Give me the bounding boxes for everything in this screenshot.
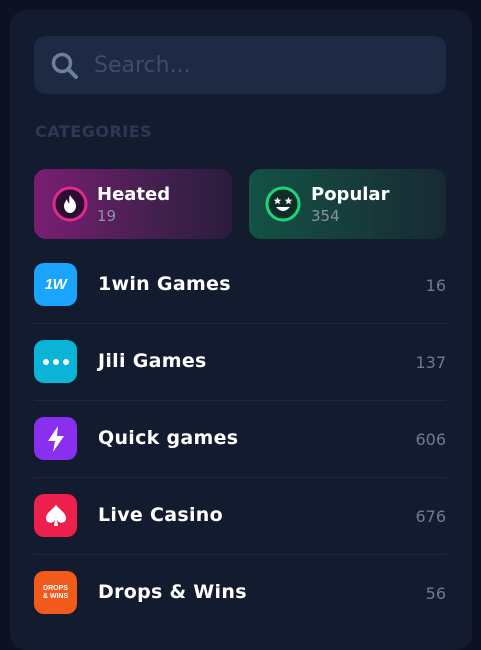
1win-logo-icon: 1W — [34, 263, 77, 306]
star-eyes-icon — [265, 186, 301, 222]
category-count: 19 — [97, 207, 117, 225]
search-icon — [51, 52, 78, 79]
category-popular-card[interactable]: Popular 354 — [249, 169, 446, 239]
category-heated-card[interactable]: Heated 19 — [34, 169, 232, 239]
category-count: 354 — [311, 207, 340, 225]
lightning-icon — [34, 417, 77, 460]
search-box[interactable] — [34, 36, 446, 94]
list-item-count: 56 — [425, 584, 446, 603]
category-list: 1W 1win Games 16 Jili Games 137 Quick ga… — [34, 247, 446, 632]
list-item-label: Live Casino — [98, 504, 223, 526]
list-item-drops-wins[interactable]: DROPS & WINS Drops & Wins 56 — [34, 555, 446, 632]
drops-wins-icon: DROPS & WINS — [34, 571, 77, 614]
list-item-quick-games[interactable]: Quick games 606 — [34, 401, 446, 478]
section-title: CATEGORIES — [35, 122, 153, 141]
dots-icon — [34, 340, 77, 383]
list-item-label: Jili Games — [98, 350, 207, 372]
flame-icon — [52, 186, 88, 222]
list-item-label: 1win Games — [98, 273, 231, 295]
list-item-count: 676 — [415, 507, 446, 526]
list-item-label: Quick games — [98, 427, 239, 449]
list-item-1win-games[interactable]: 1W 1win Games 16 — [34, 247, 446, 324]
spade-icon — [34, 494, 77, 537]
list-item-count: 137 — [415, 353, 446, 372]
search-input[interactable] — [94, 36, 434, 94]
list-item-jili-games[interactable]: Jili Games 137 — [34, 324, 446, 401]
list-item-live-casino[interactable]: Live Casino 676 — [34, 478, 446, 555]
list-item-label: Drops & Wins — [98, 581, 247, 603]
category-name: Heated — [97, 184, 171, 205]
drops-wins-logo-text: DROPS & WINS — [42, 584, 69, 600]
category-name: Popular — [311, 184, 390, 205]
list-item-count: 16 — [425, 276, 446, 295]
1win-logo-text: 1W — [44, 276, 67, 293]
list-item-count: 606 — [415, 430, 446, 449]
